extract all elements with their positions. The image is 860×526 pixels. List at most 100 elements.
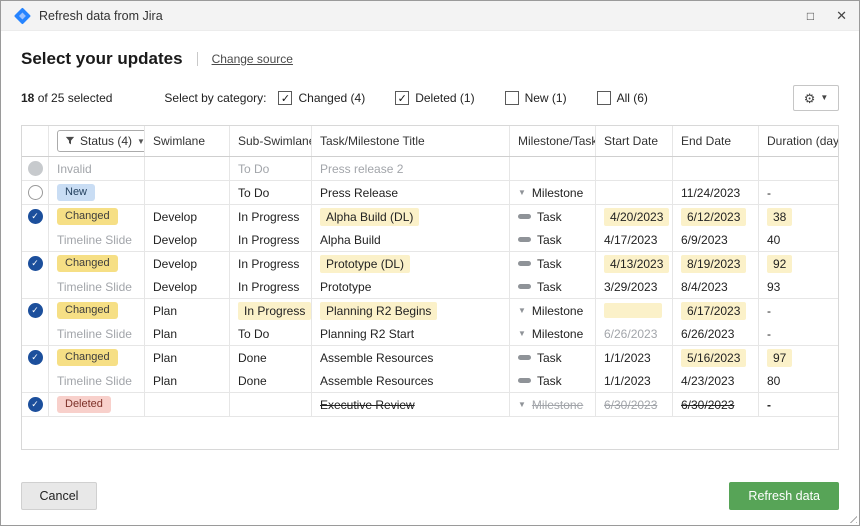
milestone-icon: ▼ bbox=[518, 306, 526, 315]
cell-text: In Progress bbox=[238, 257, 299, 271]
row-checkbox[interactable]: ✓ bbox=[28, 256, 43, 271]
status-badge: Changed bbox=[57, 208, 118, 226]
row-checkbox-cell bbox=[22, 157, 48, 180]
cell-end: 4/23/2023 bbox=[672, 369, 758, 392]
cell-text: Timeline Slide bbox=[57, 327, 132, 341]
row-checkbox-cell: ✓ bbox=[22, 346, 48, 392]
milestone-icon: ▼ bbox=[518, 188, 526, 197]
cell-text: Done bbox=[238, 351, 267, 365]
cell-title: Alpha Build (DL) bbox=[311, 205, 509, 228]
category-option[interactable]: New (1) bbox=[505, 91, 567, 105]
table-group: ✓ DeletedExecutive Review▼Milestone6/30/2… bbox=[22, 393, 838, 417]
cell-end: 8/19/2023 bbox=[672, 252, 758, 275]
cell-text: 3/29/2023 bbox=[604, 280, 657, 294]
row-checkbox[interactable] bbox=[28, 161, 43, 176]
cell-title: Press release 2 bbox=[311, 157, 509, 180]
cell-swimlane: Develop bbox=[144, 228, 229, 251]
cell-duration: 93 bbox=[758, 275, 838, 298]
cell-text: Plan bbox=[153, 374, 177, 388]
row-checkbox[interactable]: ✓ bbox=[28, 303, 43, 318]
cell-duration: 40 bbox=[758, 228, 838, 251]
table-row[interactable]: Timeline SlideDevelopIn ProgressPrototyp… bbox=[48, 275, 838, 298]
table-row[interactable]: ChangedPlanDoneAssemble ResourcesTask1/1… bbox=[48, 346, 838, 369]
cell-text: Task bbox=[537, 280, 562, 294]
toolbar: 18 of 25 selected Select by category: ✓C… bbox=[21, 85, 839, 111]
status-filter-button[interactable]: Status (4)▼ bbox=[57, 130, 144, 152]
row-checkbox[interactable]: ✓ bbox=[28, 397, 43, 412]
heading-row: Select your updates Change source bbox=[21, 49, 839, 69]
cell-start: 1/1/2023 bbox=[595, 346, 672, 369]
table-row[interactable]: Timeline SlidePlanTo DoPlanning R2 Start… bbox=[48, 322, 838, 345]
cell-type: Task bbox=[509, 252, 595, 275]
header-cell: Swimlane bbox=[144, 126, 229, 156]
cancel-button[interactable]: Cancel bbox=[21, 482, 97, 510]
row-checkbox-cell bbox=[22, 181, 48, 204]
cell-text: - bbox=[767, 327, 771, 341]
cell-status: Timeline Slide bbox=[48, 228, 144, 251]
cell-status: Changed bbox=[48, 205, 144, 228]
row-checkbox[interactable]: ✓ bbox=[28, 350, 43, 365]
category-option[interactable]: ✓Deleted (1) bbox=[395, 91, 474, 105]
cell-sub: In Progress bbox=[229, 205, 311, 228]
cell-text: Task bbox=[537, 233, 562, 247]
jira-logo-icon bbox=[13, 7, 31, 25]
row-checkbox[interactable] bbox=[28, 185, 43, 200]
header-cell: Start Date bbox=[595, 126, 672, 156]
cell-duration: - bbox=[758, 393, 838, 416]
cell-text: 6/30/2023 bbox=[681, 398, 734, 412]
cell-start: 4/17/2023 bbox=[595, 228, 672, 251]
cell-status: Timeline Slide bbox=[48, 369, 144, 392]
category-list: ✓Changed (4) ✓Deleted (1) New (1) All (6) bbox=[278, 91, 647, 105]
cell-end: 5/16/2023 bbox=[672, 346, 758, 369]
cell-duration: 38 bbox=[758, 205, 838, 228]
cell-sub: In Progress bbox=[229, 275, 311, 298]
table-row[interactable]: NewTo DoPress Release▼Milestone11/24/202… bbox=[48, 181, 838, 204]
table-row[interactable]: InvalidTo DoPress release 2 bbox=[48, 157, 838, 180]
close-button[interactable]: ✕ bbox=[836, 9, 847, 22]
cell-title: Planning R2 Start bbox=[311, 322, 509, 345]
cell-type: ▼Milestone bbox=[509, 181, 595, 204]
refresh-data-button[interactable]: Refresh data bbox=[729, 482, 839, 510]
category-option[interactable]: ✓Changed (4) bbox=[278, 91, 365, 105]
dialog-footer: Cancel Refresh data bbox=[1, 456, 859, 525]
checkbox-icon[interactable]: ✓ bbox=[395, 91, 409, 105]
cell-text: 6/26/2023 bbox=[681, 327, 734, 341]
checkbox-icon[interactable] bbox=[505, 91, 519, 105]
cell-sub: In Progress bbox=[229, 252, 311, 275]
table-row[interactable]: Timeline SlidePlanDoneAssemble Resources… bbox=[48, 369, 838, 392]
cell-text: Press release 2 bbox=[320, 162, 403, 176]
milestone-icon: ▼ bbox=[518, 329, 526, 338]
header-cell-label: Swimlane bbox=[153, 134, 205, 148]
cell-text: 8/19/2023 bbox=[681, 255, 746, 273]
header-cell: Duration (days) bbox=[758, 126, 838, 156]
category-option[interactable]: All (6) bbox=[597, 91, 648, 105]
maximize-button[interactable]: □ bbox=[807, 10, 814, 22]
checkbox-icon[interactable] bbox=[597, 91, 611, 105]
table-row[interactable]: ChangedDevelopIn ProgressPrototype (DL)T… bbox=[48, 252, 838, 275]
cell-end bbox=[672, 157, 758, 180]
cell-text: To Do bbox=[238, 186, 269, 200]
status-badge: Deleted bbox=[57, 396, 111, 414]
cell-text: Prototype (DL) bbox=[320, 255, 410, 273]
settings-button[interactable]: ⚙ ▼ bbox=[793, 85, 839, 111]
cell-swimlane: Develop bbox=[144, 275, 229, 298]
cell-status: New bbox=[48, 181, 144, 204]
cell-sub: To Do bbox=[229, 322, 311, 345]
task-icon bbox=[518, 378, 531, 383]
table-row[interactable]: DeletedExecutive Review▼Milestone6/30/20… bbox=[48, 393, 838, 416]
table-row[interactable]: ChangedPlanIn ProgressPlanning R2 Begins… bbox=[48, 299, 838, 322]
header-cell-label: Task/Milestone Title bbox=[320, 134, 425, 148]
table-row[interactable]: Timeline SlideDevelopIn ProgressAlpha Bu… bbox=[48, 228, 838, 251]
cell-text: In Progress bbox=[238, 302, 311, 320]
change-source-link[interactable]: Change source bbox=[197, 52, 293, 66]
cell-text: Plan bbox=[153, 351, 177, 365]
header-cell-label: Sub-Swimlane bbox=[238, 134, 311, 148]
cell-title: Prototype bbox=[311, 275, 509, 298]
cell-text: 11/24/2023 bbox=[681, 186, 740, 200]
cell-text: 38 bbox=[767, 208, 792, 226]
header-cell: End Date bbox=[672, 126, 758, 156]
cell-text: Invalid bbox=[57, 162, 92, 176]
row-checkbox[interactable]: ✓ bbox=[28, 209, 43, 224]
table-row[interactable]: ChangedDevelopIn ProgressAlpha Build (DL… bbox=[48, 205, 838, 228]
checkbox-icon[interactable]: ✓ bbox=[278, 91, 292, 105]
